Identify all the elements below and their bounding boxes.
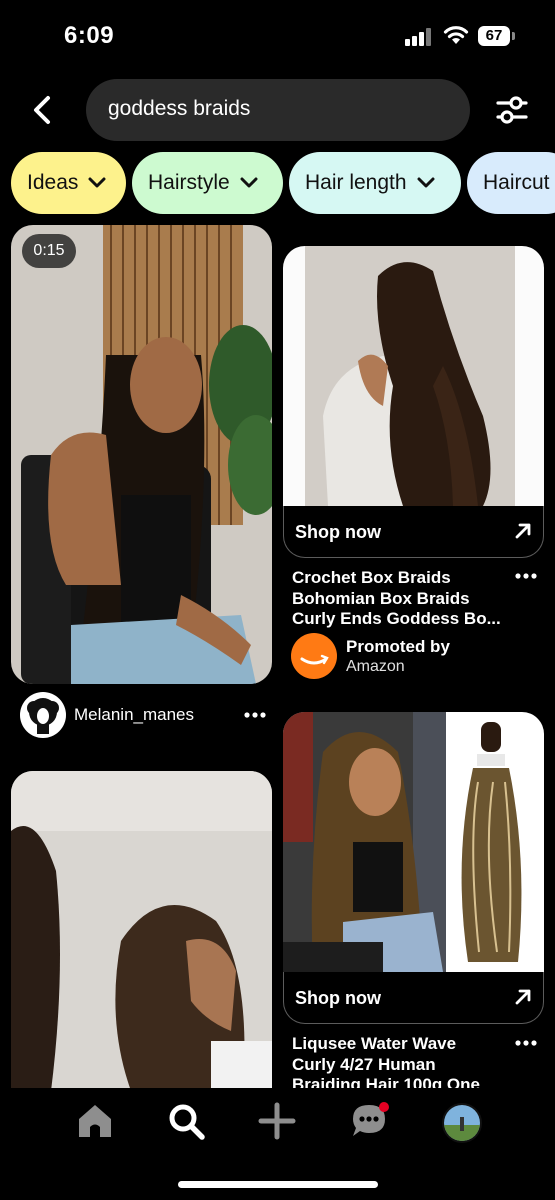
pin-video-thumbnail[interactable] xyxy=(11,225,272,684)
shop-now-label: Shop now xyxy=(295,522,381,542)
external-link-arrow-icon xyxy=(515,523,531,539)
braids-photo-image xyxy=(11,771,272,1091)
video-duration-badge: 0:15 xyxy=(22,234,76,268)
ad-1-title[interactable]: Crochet Box Braids Bohomian Box Braids C… xyxy=(292,568,514,630)
more-options-icon[interactable] xyxy=(244,712,266,718)
pin-ad-image[interactable] xyxy=(283,712,544,972)
battery-level: 67 xyxy=(478,26,510,46)
more-options-icon[interactable] xyxy=(515,1040,537,1046)
battery-icon: 67 xyxy=(478,26,516,46)
title-line: Curly Ends Goddess Bo... xyxy=(292,609,501,628)
chevron-down-icon xyxy=(88,177,106,188)
hair-extension-product-image xyxy=(283,712,544,972)
chip-hair-length[interactable]: Hair length xyxy=(289,152,461,214)
wifi-icon xyxy=(443,26,469,44)
pin-ad-image[interactable] xyxy=(283,246,544,506)
title-line: Crochet Box Braids xyxy=(292,568,451,587)
notification-dot xyxy=(379,1102,389,1112)
chevron-down-icon xyxy=(240,177,258,188)
external-link-arrow-icon xyxy=(515,989,531,1005)
create-plus-icon[interactable] xyxy=(256,1100,298,1142)
title-line: Bohomian Box Braids xyxy=(292,588,470,608)
crochet-braids-product-image xyxy=(283,246,544,506)
home-indicator xyxy=(178,1181,378,1188)
shop-now-button[interactable]: Shop now xyxy=(283,972,544,1024)
chevron-down-icon xyxy=(417,177,435,188)
promoted-by-label: Promoted by xyxy=(346,637,450,656)
back-button[interactable] xyxy=(28,92,60,128)
profile-avatar[interactable] xyxy=(442,1103,482,1143)
advertiser-name[interactable]: Amazon xyxy=(346,658,405,676)
amazon-logo[interactable] xyxy=(291,633,337,679)
search-icon[interactable] xyxy=(165,1100,207,1142)
status-time: 6:09 xyxy=(64,22,115,49)
creator-name[interactable]: Melanin_manes xyxy=(74,705,194,725)
pin-image[interactable] xyxy=(11,771,272,1091)
home-icon[interactable] xyxy=(74,1100,116,1142)
chip-hairstyle[interactable]: Hairstyle xyxy=(132,152,283,214)
chip-label: Haircut xyxy=(483,171,550,194)
shop-now-button[interactable]: Shop now xyxy=(283,506,544,558)
search-query[interactable]: goddess braids xyxy=(108,97,250,121)
braids-video-image xyxy=(11,225,272,684)
title-line: Curly 4/27 Human xyxy=(292,1054,436,1074)
chip-label: Hair length xyxy=(305,171,407,194)
ad-2-title[interactable]: Liqusee Water Wave Curly 4/27 Human Brai… xyxy=(292,1034,514,1096)
chip-haircut[interactable]: Haircut xyxy=(467,152,555,214)
chip-ideas[interactable]: Ideas xyxy=(11,152,126,214)
messages-icon[interactable] xyxy=(348,1100,390,1142)
cellular-signal-icon xyxy=(405,28,433,46)
chip-label: Hairstyle xyxy=(148,171,230,194)
more-options-icon[interactable] xyxy=(515,573,537,579)
chip-label: Ideas xyxy=(27,171,79,194)
filter-settings-icon[interactable] xyxy=(494,92,530,128)
creator-avatar[interactable] xyxy=(20,692,66,738)
title-line: Liqusee Water Wave xyxy=(292,1034,457,1053)
shop-now-label: Shop now xyxy=(295,988,381,1008)
